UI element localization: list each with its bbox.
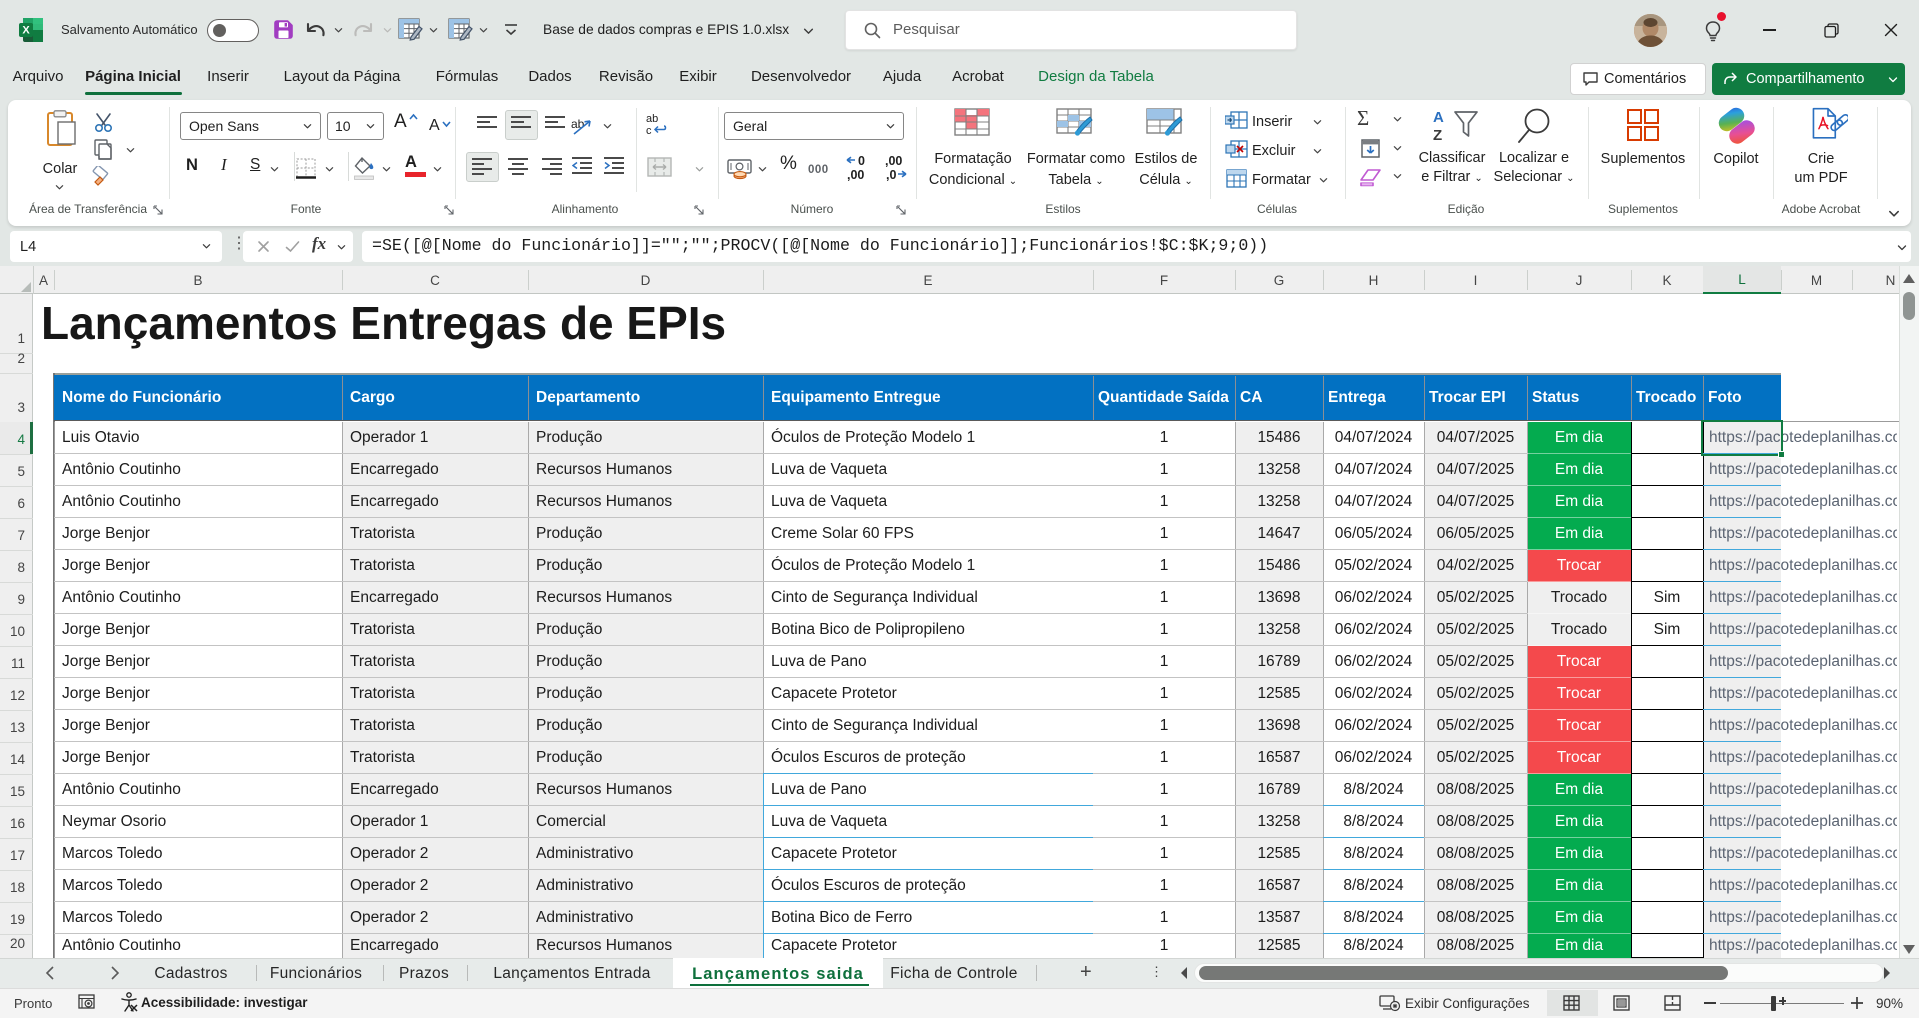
svg-text:,00: ,00 [847, 168, 864, 182]
svg-text:,0: ,0 [886, 168, 896, 182]
svg-text:ab: ab [571, 117, 585, 131]
svg-text:ab: ab [646, 113, 658, 125]
svg-text:A: A [1433, 109, 1444, 126]
svg-text:c: c [646, 125, 652, 137]
svg-text:0: 0 [858, 155, 865, 168]
svg-text:Z: Z [1433, 127, 1442, 144]
svg-text:X: X [22, 25, 30, 37]
svg-text:,00: ,00 [885, 155, 902, 168]
